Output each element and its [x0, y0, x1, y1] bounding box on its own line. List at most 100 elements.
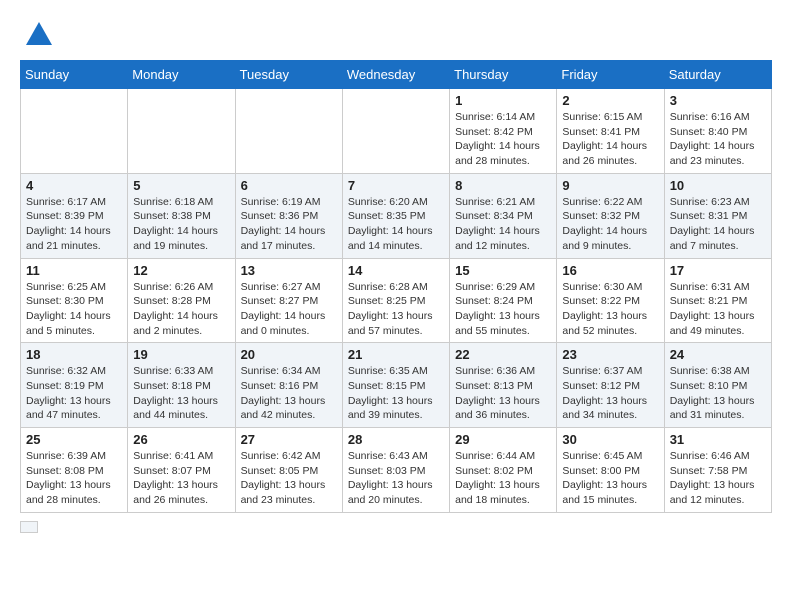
day-number: 11 [26, 263, 122, 278]
day-number: 17 [670, 263, 766, 278]
calendar-day-cell: 5Sunrise: 6:18 AM Sunset: 8:38 PM Daylig… [128, 173, 235, 258]
day-info: Sunrise: 6:27 AM Sunset: 8:27 PM Dayligh… [241, 280, 337, 339]
day-number: 9 [562, 178, 658, 193]
day-info: Sunrise: 6:14 AM Sunset: 8:42 PM Dayligh… [455, 110, 551, 169]
day-info: Sunrise: 6:25 AM Sunset: 8:30 PM Dayligh… [26, 280, 122, 339]
day-info: Sunrise: 6:46 AM Sunset: 7:58 PM Dayligh… [670, 449, 766, 508]
calendar-week-row: 4 Sunrise: 6:17 AM Sunset: 8:39 PM Daylig… [21, 173, 772, 258]
day-info: Sunrise: 6:19 AM Sunset: 8:36 PM Dayligh… [241, 195, 337, 254]
day-info: Sunrise: 6:28 AM Sunset: 8:25 PM Dayligh… [348, 280, 444, 339]
day-info: Sunrise: 6:35 AM Sunset: 8:15 PM Dayligh… [348, 364, 444, 423]
day-info: Sunrise: 6:30 AM Sunset: 8:22 PM Dayligh… [562, 280, 658, 339]
day-number: 18 [26, 347, 122, 362]
day-info: Sunrise: 6:16 AM Sunset: 8:40 PM Dayligh… [670, 110, 766, 169]
day-info: Sunrise: 6:45 AM Sunset: 8:00 PM Dayligh… [562, 449, 658, 508]
calendar-day-cell: 3 Sunrise: 6:16 AM Sunset: 8:40 PM Daylig… [664, 89, 771, 174]
day-info: Sunrise: 6:39 AM Sunset: 8:08 PM Dayligh… [26, 449, 122, 508]
calendar-day-cell [21, 89, 128, 174]
calendar-day-cell: 30 Sunrise: 6:45 AM Sunset: 8:00 PM Dayli… [557, 428, 664, 513]
day-number: 19 [133, 347, 229, 362]
legend [20, 521, 772, 533]
day-info: Sunrise: 6:31 AM Sunset: 8:21 PM Dayligh… [670, 280, 766, 339]
day-info: Sunrise: 6:17 AM Sunset: 8:39 PM Dayligh… [26, 195, 122, 254]
day-info: Sunrise: 6:33 AM Sunset: 8:18 PM Dayligh… [133, 364, 229, 423]
calendar-table: SundayMondayTuesdayWednesdayThursdayFrid… [20, 60, 772, 513]
calendar-day-header: Monday [128, 61, 235, 89]
day-info: Sunrise: 6:20 AM Sunset: 8:35 PM Dayligh… [348, 195, 444, 254]
day-number: 8 [455, 178, 551, 193]
calendar-day-cell: 28 Sunrise: 6:43 AM Sunset: 8:03 PM Dayli… [342, 428, 449, 513]
page-header [20, 20, 772, 50]
calendar-day-header: Saturday [664, 61, 771, 89]
calendar-day-header: Wednesday [342, 61, 449, 89]
day-info: Sunrise: 6:42 AM Sunset: 8:05 PM Dayligh… [241, 449, 337, 508]
calendar-day-cell: 2 Sunrise: 6:15 AM Sunset: 8:41 PM Daylig… [557, 89, 664, 174]
day-number: 12 [133, 263, 229, 278]
calendar-day-cell: 24Sunrise: 6:38 AM Sunset: 8:10 PM Dayli… [664, 343, 771, 428]
calendar-day-cell: 23 Sunrise: 6:37 AM Sunset: 8:12 PM Dayli… [557, 343, 664, 428]
calendar-day-header: Friday [557, 61, 664, 89]
day-info: Sunrise: 6:15 AM Sunset: 8:41 PM Dayligh… [562, 110, 658, 169]
day-number: 3 [670, 93, 766, 108]
calendar-day-cell: 27 Sunrise: 6:42 AM Sunset: 8:05 PM Dayli… [235, 428, 342, 513]
day-number: 23 [562, 347, 658, 362]
day-info: Sunrise: 6:41 AM Sunset: 8:07 PM Dayligh… [133, 449, 229, 508]
day-info: Sunrise: 6:44 AM Sunset: 8:02 PM Dayligh… [455, 449, 551, 508]
day-number: 6 [241, 178, 337, 193]
calendar-day-cell: 1 Sunrise: 6:14 AM Sunset: 8:42 PM Daylig… [450, 89, 557, 174]
day-number: 24 [670, 347, 766, 362]
calendar-day-cell: 14 Sunrise: 6:28 AM Sunset: 8:25 PM Dayli… [342, 258, 449, 343]
calendar-week-row: 25Sunrise: 6:39 AM Sunset: 8:08 PM Dayli… [21, 428, 772, 513]
calendar-day-cell: 12Sunrise: 6:26 AM Sunset: 8:28 PM Dayli… [128, 258, 235, 343]
day-number: 2 [562, 93, 658, 108]
calendar-day-cell: 16 Sunrise: 6:30 AM Sunset: 8:22 PM Dayli… [557, 258, 664, 343]
calendar-day-cell: 25Sunrise: 6:39 AM Sunset: 8:08 PM Dayli… [21, 428, 128, 513]
calendar-header-row: SundayMondayTuesdayWednesdayThursdayFrid… [21, 61, 772, 89]
day-info: Sunrise: 6:34 AM Sunset: 8:16 PM Dayligh… [241, 364, 337, 423]
calendar-day-header: Thursday [450, 61, 557, 89]
day-number: 1 [455, 93, 551, 108]
day-number: 28 [348, 432, 444, 447]
day-info: Sunrise: 6:36 AM Sunset: 8:13 PM Dayligh… [455, 364, 551, 423]
day-number: 30 [562, 432, 658, 447]
calendar-day-cell: 10Sunrise: 6:23 AM Sunset: 8:31 PM Dayli… [664, 173, 771, 258]
day-number: 16 [562, 263, 658, 278]
day-number: 21 [348, 347, 444, 362]
day-number: 27 [241, 432, 337, 447]
calendar-week-row: 18 Sunrise: 6:32 AM Sunset: 8:19 PM Dayli… [21, 343, 772, 428]
calendar-day-cell: 22Sunrise: 6:36 AM Sunset: 8:13 PM Dayli… [450, 343, 557, 428]
calendar-day-cell [235, 89, 342, 174]
legend-box [20, 521, 38, 533]
calendar-day-header: Tuesday [235, 61, 342, 89]
calendar-day-cell: 15Sunrise: 6:29 AM Sunset: 8:24 PM Dayli… [450, 258, 557, 343]
day-info: Sunrise: 6:32 AM Sunset: 8:19 PM Dayligh… [26, 364, 122, 423]
calendar-day-cell: 18 Sunrise: 6:32 AM Sunset: 8:19 PM Dayli… [21, 343, 128, 428]
day-number: 26 [133, 432, 229, 447]
logo-icon [24, 20, 54, 50]
calendar-week-row: 1 Sunrise: 6:14 AM Sunset: 8:42 PM Daylig… [21, 89, 772, 174]
calendar-week-row: 11 Sunrise: 6:25 AM Sunset: 8:30 PM Dayli… [21, 258, 772, 343]
calendar-day-header: Sunday [21, 61, 128, 89]
calendar-day-cell: 29Sunrise: 6:44 AM Sunset: 8:02 PM Dayli… [450, 428, 557, 513]
calendar-day-cell: 4 Sunrise: 6:17 AM Sunset: 8:39 PM Daylig… [21, 173, 128, 258]
day-number: 5 [133, 178, 229, 193]
day-info: Sunrise: 6:43 AM Sunset: 8:03 PM Dayligh… [348, 449, 444, 508]
day-info: Sunrise: 6:29 AM Sunset: 8:24 PM Dayligh… [455, 280, 551, 339]
day-number: 20 [241, 347, 337, 362]
calendar-day-cell: 31 Sunrise: 6:46 AM Sunset: 7:58 PM Dayli… [664, 428, 771, 513]
day-number: 14 [348, 263, 444, 278]
calendar-day-cell: 8Sunrise: 6:21 AM Sunset: 8:34 PM Daylig… [450, 173, 557, 258]
calendar-day-cell: 13 Sunrise: 6:27 AM Sunset: 8:27 PM Dayli… [235, 258, 342, 343]
day-info: Sunrise: 6:23 AM Sunset: 8:31 PM Dayligh… [670, 195, 766, 254]
day-number: 4 [26, 178, 122, 193]
day-number: 13 [241, 263, 337, 278]
day-number: 31 [670, 432, 766, 447]
calendar-day-cell: 19 Sunrise: 6:33 AM Sunset: 8:18 PM Dayli… [128, 343, 235, 428]
calendar-day-cell [128, 89, 235, 174]
calendar-day-cell: 9Sunrise: 6:22 AM Sunset: 8:32 PM Daylig… [557, 173, 664, 258]
calendar-day-cell: 17 Sunrise: 6:31 AM Sunset: 8:21 PM Dayli… [664, 258, 771, 343]
day-number: 7 [348, 178, 444, 193]
day-info: Sunrise: 6:37 AM Sunset: 8:12 PM Dayligh… [562, 364, 658, 423]
calendar-day-cell: 21 Sunrise: 6:35 AM Sunset: 8:15 PM Dayli… [342, 343, 449, 428]
calendar-day-cell [342, 89, 449, 174]
